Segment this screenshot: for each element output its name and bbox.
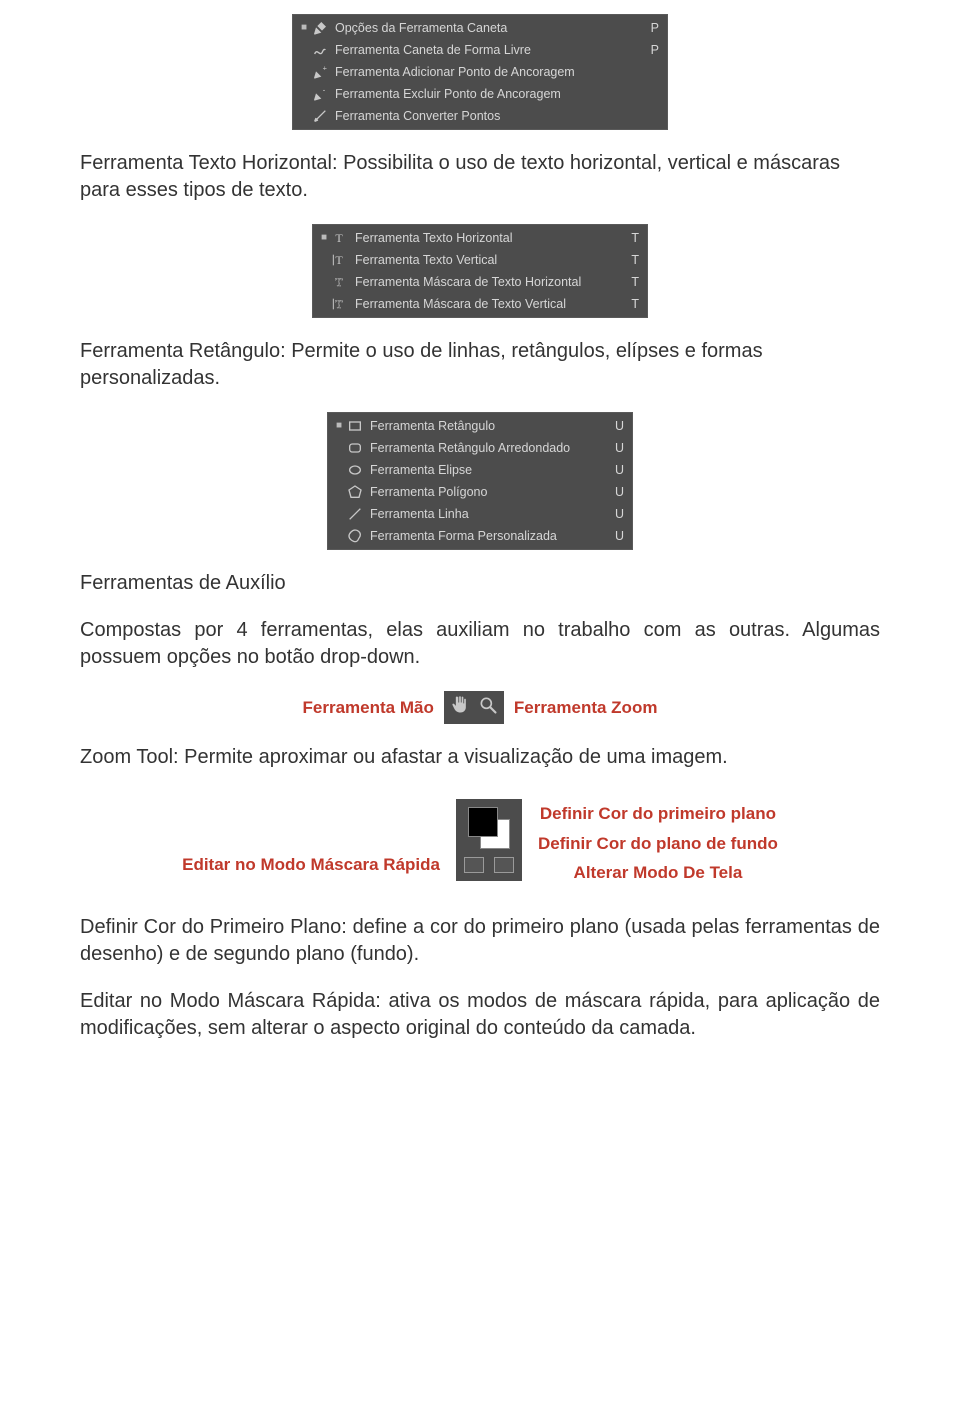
svg-text:-: - <box>323 86 326 95</box>
paragraph-editar: Editar no Modo Máscara Rápida: ativa os … <box>80 988 880 1042</box>
pen-menu-item[interactable]: + Ferramenta Adicionar Ponto de Ancoragem <box>293 61 667 83</box>
svg-text:T: T <box>335 231 343 245</box>
menu-item-label: Ferramenta Máscara de Texto Vertical <box>355 295 566 313</box>
menu-item-shortcut: P <box>645 19 659 37</box>
menu-item-label: Ferramenta Linha <box>370 505 469 523</box>
menu-item-shortcut: T <box>625 251 639 269</box>
paragraph-retangulo: Ferramenta Retângulo: Permite o uso de l… <box>80 338 880 392</box>
Tvm-icon: T <box>331 296 349 312</box>
define-fg-label: Definir Cor do primeiro plano <box>538 801 778 827</box>
foreground-color-swatch[interactable] <box>468 807 498 837</box>
addpoint-icon: + <box>311 64 329 80</box>
menu-item-label: Ferramenta Caneta de Forma Livre <box>335 41 531 59</box>
swatch-panel <box>456 799 522 881</box>
menu-item-label: Ferramenta Polígono <box>370 483 487 501</box>
paragraph-auxilio: Compostas por 4 ferramentas, elas auxili… <box>80 617 880 671</box>
menu-item-shortcut: U <box>610 461 624 479</box>
bullet-icon: ■ <box>334 417 344 435</box>
menu-item-shortcut: T <box>625 229 639 247</box>
menu-item-label: Ferramenta Elipse <box>370 461 472 479</box>
shape-tool-menu: ■Ferramenta RetânguloUFerramenta Retângu… <box>327 412 633 550</box>
menu-item-label: Ferramenta Forma Personalizada <box>370 527 557 545</box>
menu-item-shortcut: U <box>610 483 624 501</box>
menu-item-label: Ferramenta Texto Horizontal <box>355 229 512 247</box>
shape-menu-item[interactable]: Ferramenta Linha U <box>328 503 632 525</box>
hand-zoom-icons <box>444 691 504 724</box>
quick-mask-icon[interactable] <box>464 857 484 873</box>
svg-text:T: T <box>335 297 343 311</box>
zoom-icon <box>478 695 498 720</box>
svg-text:+: + <box>323 64 327 73</box>
shape-menu-item[interactable]: Ferramenta Elipse U <box>328 459 632 481</box>
menu-item-label: Ferramenta Adicionar Ponto de Ancoragem <box>335 63 575 81</box>
menu-item-shortcut: U <box>610 527 624 545</box>
menu-item-shortcut: U <box>610 505 624 523</box>
hand-tool-label: Ferramenta Mão <box>303 698 434 718</box>
hand-zoom-strip: Ferramenta Mão Ferramenta Zoom <box>303 691 658 724</box>
delpoint-icon: - <box>311 86 329 102</box>
menu-item-shortcut: T <box>625 295 639 313</box>
quick-mask-label: Editar no Modo Máscara Rápida <box>182 799 440 875</box>
text-menu-item[interactable]: T Ferramenta Máscara de Texto Horizontal T <box>313 271 647 293</box>
convert-icon <box>311 108 329 124</box>
menu-item-label: Ferramenta Máscara de Texto Horizontal <box>355 273 581 291</box>
menu-item-label: Ferramenta Converter Pontos <box>335 107 500 125</box>
heading-auxilio: Ferramentas de Auxílio <box>80 570 880 597</box>
menu-item-label: Ferramenta Excluir Ponto de Ancoragem <box>335 85 561 103</box>
menu-item-label: Ferramenta Texto Vertical <box>355 251 497 269</box>
menu-item-label: Ferramenta Retângulo Arredondado <box>370 439 570 457</box>
pen-menu-item[interactable]: ■ Opções da Ferramenta Caneta P <box>293 17 667 39</box>
T-icon: T <box>331 230 349 246</box>
screen-mode-label: Alterar Modo De Tela <box>538 860 778 886</box>
bullet-icon: ■ <box>299 19 309 37</box>
define-bg-label: Definir Cor do plano de fundo <box>538 831 778 857</box>
paragraph-zoom: Zoom Tool: Permite aproximar ou afastar … <box>80 744 880 771</box>
text-menu-item[interactable]: T Ferramenta Máscara de Texto Vertical T <box>313 293 647 315</box>
zoom-tool-label: Ferramenta Zoom <box>514 698 658 718</box>
pen-menu-item[interactable]: Ferramenta Converter Pontos <box>293 105 667 127</box>
pen-menu-item[interactable]: -Ferramenta Excluir Ponto de Ancoragem <box>293 83 667 105</box>
menu-item-shortcut: U <box>610 417 624 435</box>
freeform-icon <box>311 42 329 58</box>
shape-menu-item[interactable]: Ferramenta Forma Personalizada U <box>328 525 632 547</box>
svg-text:T: T <box>335 275 343 289</box>
pen-menu-item[interactable]: Ferramenta Caneta de Forma Livre P <box>293 39 667 61</box>
text-menu-item[interactable]: T Ferramenta Texto Vertical T <box>313 249 647 271</box>
roundrect-icon <box>346 440 364 456</box>
svg-text:T: T <box>335 253 343 267</box>
text-tool-menu: ■TFerramenta Texto HorizontalTTFerrament… <box>312 224 648 318</box>
blob-icon <box>346 528 364 544</box>
color-swatch-block: Editar no Modo Máscara Rápida Definir Co… <box>182 799 778 886</box>
menu-item-shortcut: P <box>645 41 659 59</box>
menu-item-label: Opções da Ferramenta Caneta <box>335 19 507 37</box>
shape-menu-item[interactable]: Ferramenta Retângulo Arredondado U <box>328 437 632 459</box>
Tm-icon: T <box>331 274 349 290</box>
line-icon <box>346 506 364 522</box>
hand-icon <box>450 695 470 720</box>
menu-item-shortcut: U <box>610 439 624 457</box>
paragraph-definir: Definir Cor do Primeiro Plano: define a … <box>80 914 880 968</box>
fg-bg-swatch[interactable] <box>468 807 510 849</box>
menu-item-shortcut: T <box>625 273 639 291</box>
ellipse-icon <box>346 462 364 478</box>
Tv-icon: T <box>331 252 349 268</box>
polygon-icon <box>346 484 364 500</box>
screen-mode-icon[interactable] <box>494 857 514 873</box>
pen-icon <box>311 20 329 36</box>
shape-menu-item[interactable]: Ferramenta Polígono U <box>328 481 632 503</box>
menu-item-label: Ferramenta Retângulo <box>370 417 495 435</box>
rect-icon <box>346 418 364 434</box>
shape-menu-item[interactable]: ■ Ferramenta Retângulo U <box>328 415 632 437</box>
pen-tool-menu: ■Opções da Ferramenta CanetaPFerramenta … <box>292 14 668 130</box>
bullet-icon: ■ <box>319 229 329 247</box>
paragraph-text-horizontal: Ferramenta Texto Horizontal: Possibilita… <box>80 150 880 204</box>
text-menu-item[interactable]: ■ T Ferramenta Texto Horizontal T <box>313 227 647 249</box>
